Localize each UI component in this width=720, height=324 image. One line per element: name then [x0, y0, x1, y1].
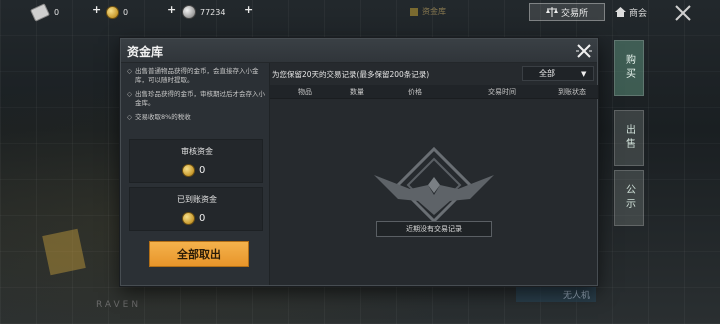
vault-modal: 资金库 出售普通物品获得的金币，会直接存入小金库，可以随时提取。 出售珍品获得的… — [120, 38, 598, 286]
review-funds-label: 审核资金 — [181, 147, 213, 156]
rule-tax: 交易收取8%的税收 — [127, 113, 265, 122]
rule-normal-items: 出售普通物品获得的金币，会直接存入小金库，可以随时提取。 — [127, 67, 265, 85]
filter-selected-value: 全部 — [539, 69, 555, 78]
add-silver-button[interactable]: + — [244, 3, 253, 16]
column-time: 交易时间 — [488, 88, 516, 96]
column-item: 物品 — [298, 88, 312, 96]
gold-coin-icon — [106, 5, 119, 19]
review-funds-box: 审核资金 0 — [129, 139, 263, 183]
column-status: 到账状态 — [558, 88, 586, 96]
arrived-funds-box: 已到账资金 0 — [129, 187, 263, 231]
review-funds-value: 0 — [182, 164, 205, 177]
ticket-icon — [30, 2, 50, 22]
arrived-funds-amount: 0 — [199, 213, 206, 224]
records-filter-dropdown[interactable]: 全部 ▼ — [522, 66, 594, 81]
ticket-resource: 0 — [30, 2, 60, 22]
withdraw-all-button[interactable]: 全部取出 — [149, 241, 249, 267]
modal-title: 资金库 — [127, 45, 164, 59]
arrived-funds-label: 已到账资金 — [177, 195, 217, 204]
review-funds-amount: 0 — [199, 165, 206, 176]
modal-header: 资金库 — [121, 39, 597, 63]
gold-count: 0 — [123, 7, 129, 17]
side-tab-sell[interactable]: 出售 — [614, 110, 644, 166]
tab-shop[interactable]: 商会 — [615, 4, 647, 20]
column-price: 价格 — [408, 88, 422, 96]
close-icon[interactable] — [674, 4, 692, 22]
vault-icon — [410, 7, 418, 16]
side-tab-buy[interactable]: 购买 — [614, 40, 644, 96]
ticket-count: 0 — [54, 7, 60, 17]
center-label: 资金库 — [410, 6, 446, 17]
gold-coin-icon — [182, 164, 195, 177]
silver-count: 77234 — [200, 7, 226, 17]
add-gold-button[interactable]: + — [167, 3, 176, 16]
arrived-funds-value: 0 — [182, 212, 205, 225]
rule-rare-items: 出售珍品获得的金币，审核期过后才会存入小金库。 — [127, 90, 265, 108]
tab-market-label: 交易所 — [560, 8, 588, 19]
tab-shop-label: 商会 — [629, 8, 648, 19]
add-ticket-button[interactable]: + — [92, 3, 101, 16]
house-icon — [615, 7, 626, 17]
records-caption: 为您保留20天的交易记录(最多保留200条记录) — [272, 70, 430, 79]
modal-close-icon[interactable] — [575, 42, 593, 60]
transaction-records-panel: 为您保留20天的交易记录(最多保留200条记录) 全部 ▼ 物品 数量 价格 交… — [269, 63, 598, 285]
top-bar: 0 + 0 + 77234 + 资金库 交易所 商会 — [0, 0, 720, 26]
gold-coin-icon — [182, 212, 195, 225]
empty-records-message: 近期没有交易记录 — [376, 221, 492, 237]
gold-resource: 0 — [106, 3, 128, 21]
side-tab-public[interactable]: 公示 — [614, 170, 644, 226]
records-table-header: 物品 数量 价格 交易时间 到账状态 — [270, 85, 598, 99]
center-label-text: 资金库 — [422, 7, 446, 16]
dropdown-arrow-icon: ▼ — [581, 70, 587, 78]
silver-coin-icon — [182, 5, 196, 19]
drone-label: 无人机 — [516, 286, 596, 302]
tab-market[interactable]: 交易所 — [529, 3, 605, 21]
silver-resource: 77234 — [182, 3, 225, 21]
scale-icon — [545, 7, 558, 17]
column-quantity: 数量 — [350, 88, 364, 96]
raven-logo: RAVEN — [96, 300, 142, 310]
vault-info-panel: 出售普通物品获得的金币，会直接存入小金库，可以随时提取。 出售珍品获得的金币，审… — [127, 67, 265, 281]
